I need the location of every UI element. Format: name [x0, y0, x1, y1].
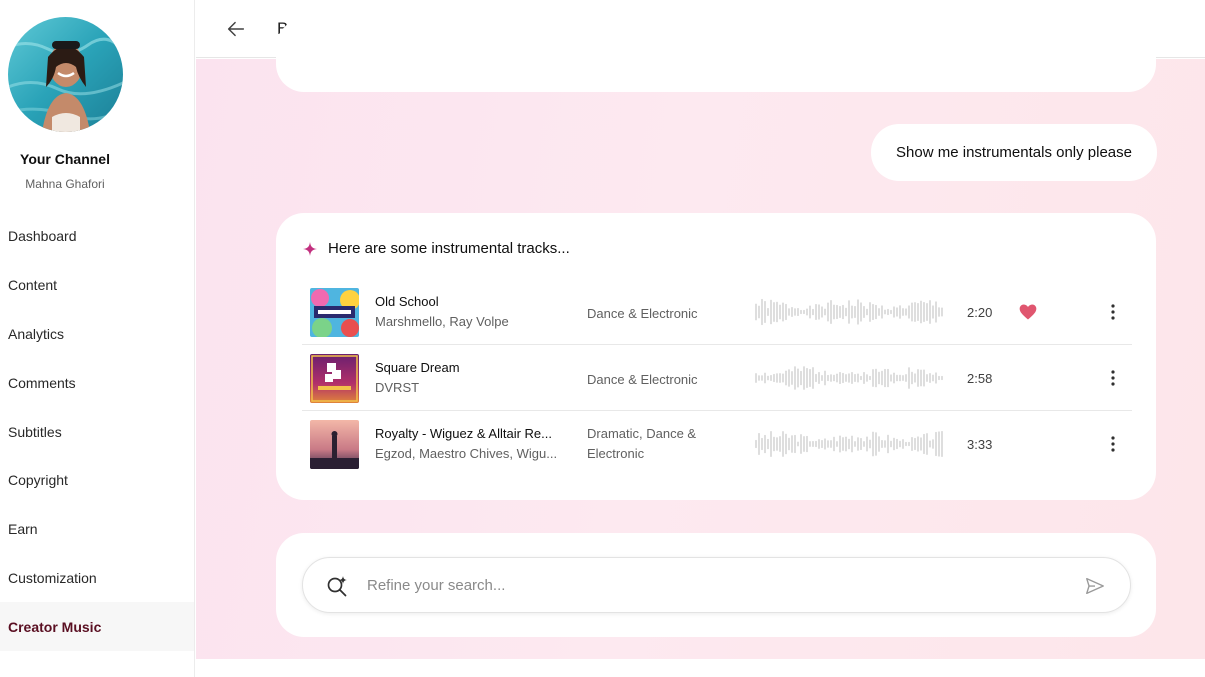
- sidebar-item-analytics[interactable]: Analytics: [0, 310, 194, 359]
- track-duration: 2:58: [967, 371, 993, 386]
- track-row[interactable]: Old School Marshmello, Ray Volpe Dance &…: [302, 279, 1132, 345]
- back-arrow-icon[interactable]: [224, 17, 248, 41]
- heart-icon[interactable]: [1018, 302, 1038, 322]
- sidebar-item-subtitles[interactable]: Subtitles: [0, 407, 194, 456]
- track-row[interactable]: Royalty - Wiguez & Alltair Re... Egzod, …: [302, 411, 1132, 477]
- sidebar: Your Channel Mahna Ghafori Dashboard Con…: [0, 0, 195, 677]
- track-artist[interactable]: Egzod, Maestro Chives, Wigu...: [375, 446, 560, 461]
- avatar[interactable]: [8, 17, 123, 132]
- sparkle-icon: [302, 241, 318, 257]
- track-list: Old School Marshmello, Ray Volpe Dance &…: [302, 279, 1132, 477]
- track-genre: Dance & Electronic: [587, 306, 698, 321]
- track-title[interactable]: Old School: [375, 294, 560, 309]
- channel-title: Your Channel: [20, 151, 110, 167]
- search-input[interactable]: [367, 566, 1067, 604]
- album-cover: [310, 420, 359, 469]
- more-options-icon[interactable]: [1102, 301, 1124, 323]
- bottom-strip: [196, 659, 1205, 677]
- results-card: Here are some instrumental tracks... Old…: [276, 213, 1156, 500]
- sidebar-item-copyright[interactable]: Copyright: [0, 456, 194, 505]
- track-row[interactable]: Square Dream DVRST Dance & Electronic 2:…: [302, 345, 1132, 411]
- channel-owner-name: Mahna Ghafori: [25, 177, 105, 191]
- chat-area: Show me instrumentals only please Here a…: [196, 19, 1205, 659]
- track-genre: Dramatic, Dance & Electronic: [587, 426, 697, 461]
- waveform[interactable]: [754, 429, 944, 459]
- track-title[interactable]: Square Dream: [375, 360, 560, 375]
- results-header: Here are some instrumental tracks...: [302, 240, 570, 257]
- search-sparkle-icon: [325, 574, 349, 598]
- more-options-icon[interactable]: [1102, 433, 1124, 455]
- sidebar-item-dashboard[interactable]: Dashboard: [0, 212, 194, 261]
- track-artist[interactable]: DVRST: [375, 380, 560, 395]
- sidebar-item-comments[interactable]: Comments: [0, 358, 194, 407]
- search-card: [276, 533, 1156, 637]
- send-icon[interactable]: [1084, 575, 1106, 597]
- track-duration: 2:20: [967, 305, 993, 320]
- waveform[interactable]: [754, 297, 944, 327]
- results-title: Here are some instrumental tracks...: [328, 240, 570, 257]
- sidebar-item-earn[interactable]: Earn: [0, 505, 194, 554]
- sidebar-nav: Dashboard Content Analytics Comments Sub…: [0, 212, 194, 652]
- album-cover: [310, 354, 359, 403]
- user-message-bubble: Show me instrumentals only please: [871, 124, 1157, 181]
- sidebar-item-customization[interactable]: Customization: [0, 554, 194, 603]
- waveform[interactable]: [754, 363, 944, 393]
- track-artist[interactable]: Marshmello, Ray Volpe: [375, 314, 560, 329]
- search-box[interactable]: [302, 557, 1131, 613]
- track-genre: Dance & Electronic: [587, 372, 698, 387]
- sidebar-item-content[interactable]: Content: [0, 261, 194, 310]
- previous-message-card: [276, 19, 1156, 92]
- album-cover: [310, 288, 359, 337]
- track-duration: 3:33: [967, 437, 993, 452]
- track-title[interactable]: Royalty - Wiguez & Alltair Re...: [375, 426, 560, 441]
- sidebar-item-creator-music[interactable]: Creator Music: [0, 602, 194, 652]
- more-options-icon[interactable]: [1102, 367, 1124, 389]
